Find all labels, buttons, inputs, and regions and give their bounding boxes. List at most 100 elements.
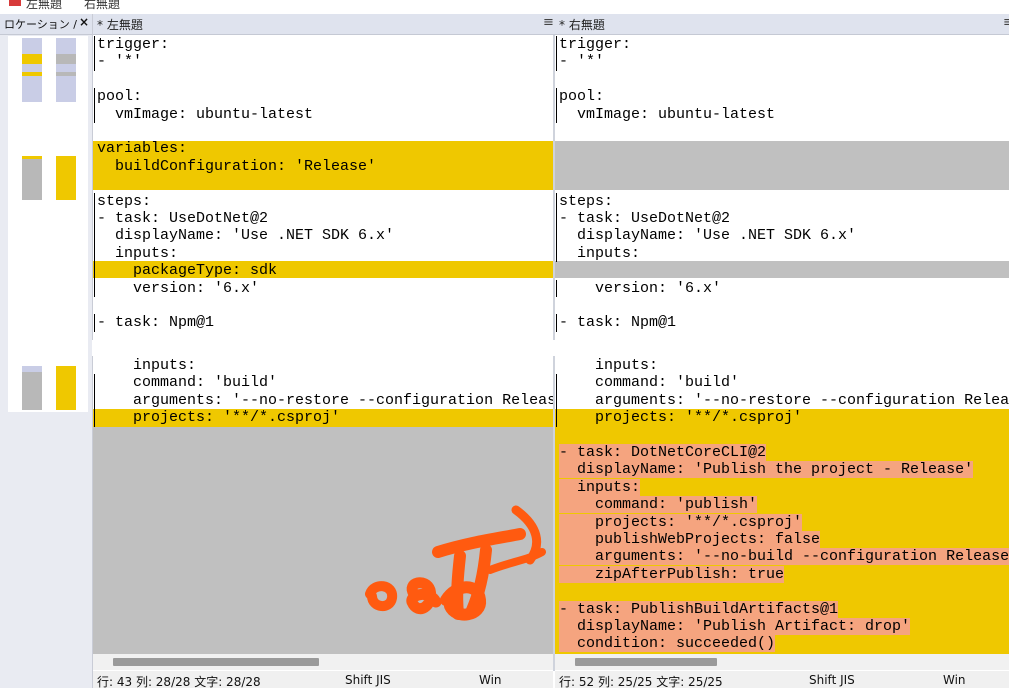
code-line[interactable]: trigger:	[559, 36, 631, 53]
diff-location-map[interactable]	[8, 36, 88, 412]
change-marker	[94, 88, 95, 106]
code-line[interactable]: arguments: '--no-restore --configuration…	[97, 392, 553, 409]
code-line[interactable]: zipAfterPublish: true	[559, 565, 785, 583]
code-line[interactable]: inputs:	[559, 245, 640, 262]
code-text: - task: Npm@1	[97, 314, 215, 332]
location-mark	[22, 156, 42, 200]
code-text: command: 'build'	[559, 374, 740, 392]
code-line[interactable]: - task: UseDotNet@2	[97, 210, 268, 227]
code-line[interactable]: inputs:	[97, 245, 178, 262]
line-ending-indicator[interactable]: Win	[479, 673, 502, 687]
code-line[interactable]: inputs:	[559, 357, 658, 374]
code-line[interactable]: displayName: 'Publish the project - Rele…	[559, 461, 974, 479]
code-text: inputs:	[559, 357, 659, 374]
code-line[interactable]: trigger:	[97, 36, 169, 53]
code-line[interactable]: version: '6.x'	[97, 280, 259, 297]
code-line[interactable]: - task: DotNetCoreCLI@2	[559, 444, 767, 461]
code-line[interactable]: - '*'	[97, 53, 142, 70]
code-line[interactable]: displayName: 'Publish Artifact: drop'	[559, 618, 911, 635]
code-line[interactable]: displayName: 'Use .NET SDK 6.x'	[559, 227, 856, 244]
code-line[interactable]: - '*'	[559, 53, 604, 70]
diff-block	[555, 141, 1009, 190]
change-marker	[556, 105, 557, 123]
code-line[interactable]: version: '6.x'	[559, 280, 721, 297]
code-text: command: 'build'	[97, 374, 278, 392]
tab-right-doc[interactable]: 右無題	[84, 0, 120, 12]
code-text: trigger:	[97, 36, 170, 53]
change-marker	[556, 391, 557, 410]
code-line[interactable]: command: 'build'	[97, 374, 277, 391]
location-mark	[22, 54, 42, 64]
code-line[interactable]: arguments: '--no-restore --configuration…	[559, 392, 1009, 409]
code-line[interactable]: buildConfiguration: 'Release'	[97, 158, 376, 175]
code-text: steps:	[97, 192, 152, 210]
change-marker	[94, 374, 95, 392]
code-line[interactable]: - task: Npm@1	[559, 314, 676, 331]
change-marker	[94, 314, 95, 332]
code-text: arguments: '--no-restore --configuration…	[97, 391, 553, 409]
change-marker	[94, 53, 95, 71]
document-tab-strip: 左無題 右無題	[0, 0, 1009, 14]
code-line[interactable]: condition: succeeded()	[559, 635, 776, 653]
right-horizontal-scrollbar[interactable]	[555, 654, 1009, 670]
code-line[interactable]: packageType: sdk	[97, 262, 277, 279]
change-marker	[94, 227, 95, 245]
left-pane-header: * 左無題 ≡	[93, 14, 555, 35]
location-mark	[56, 54, 76, 64]
code-line[interactable]: variables:	[97, 140, 187, 157]
scrollbar-thumb[interactable]	[113, 658, 319, 666]
code-line[interactable]: inputs:	[559, 478, 641, 496]
code-line[interactable]: vmImage: ubuntu-latest	[559, 106, 775, 123]
code-line[interactable]: inputs:	[97, 357, 196, 374]
code-line[interactable]: steps:	[97, 193, 151, 210]
code-text: inputs:	[97, 357, 197, 374]
code-line[interactable]: arguments: '--no-build --configuration R…	[559, 548, 1009, 566]
screenshot-splice-gap	[92, 340, 1009, 356]
close-icon[interactable]: ×	[79, 15, 89, 29]
code-line[interactable]: pool:	[97, 88, 142, 105]
change-marker	[94, 36, 95, 54]
code-line[interactable]: displayName: 'Use .NET SDK 6.x'	[97, 227, 394, 244]
change-marker	[94, 192, 95, 210]
change-marker	[556, 210, 557, 228]
code-line[interactable]: command: 'build'	[559, 374, 739, 391]
change-marker	[94, 210, 95, 228]
line-ending-indicator[interactable]: Win	[943, 673, 966, 687]
change-marker	[94, 105, 95, 123]
code-text: version: '6.x'	[559, 279, 722, 297]
code-text: pool:	[559, 88, 605, 106]
code-line[interactable]: - task: Npm@1	[97, 314, 214, 331]
change-marker	[94, 279, 95, 297]
code-text: displayName: 'Use .NET SDK 6.x'	[559, 227, 857, 245]
location-mark	[56, 366, 76, 410]
code-text: inputs:	[559, 478, 641, 496]
code-line[interactable]: publishWebProjects: false	[559, 531, 821, 548]
code-line[interactable]: projects: '**/*.csproj'	[97, 409, 340, 426]
code-line[interactable]: - task: UseDotNet@2	[559, 210, 730, 227]
code-text: condition: succeeded()	[559, 635, 776, 653]
encoding-indicator[interactable]: Shift JIS	[809, 673, 855, 687]
code-line[interactable]: pool:	[559, 88, 604, 105]
code-line[interactable]: vmImage: ubuntu-latest	[97, 106, 313, 123]
code-text: - task: Npm@1	[559, 314, 677, 332]
code-line[interactable]: command: 'publish'	[559, 496, 758, 514]
encoding-indicator[interactable]: Shift JIS	[345, 673, 391, 687]
change-marker	[556, 244, 557, 263]
code-line[interactable]: steps:	[559, 193, 613, 210]
menu-icon[interactable]: ≡	[1003, 15, 1009, 30]
change-marker	[556, 374, 557, 392]
menu-icon[interactable]: ≡	[543, 15, 554, 30]
code-line[interactable]: - task: PublishBuildArtifacts@1	[559, 600, 839, 618]
location-panel-title: ロケーション /	[4, 18, 77, 31]
left-horizontal-scrollbar[interactable]	[93, 654, 553, 670]
tab-left-doc[interactable]: 左無題	[26, 0, 62, 12]
change-marker	[556, 409, 557, 427]
code-line[interactable]: projects: '**/*.csproj'	[559, 409, 802, 426]
code-text: publishWebProjects: false	[559, 531, 821, 548]
scrollbar-thumb[interactable]	[575, 658, 717, 666]
change-marker	[556, 314, 557, 332]
app-icon	[9, 0, 21, 6]
code-text: inputs:	[559, 244, 641, 262]
code-line[interactable]: projects: '**/*.csproj'	[559, 513, 803, 531]
right-pane-header: * 右無題 ≡	[555, 14, 1009, 35]
